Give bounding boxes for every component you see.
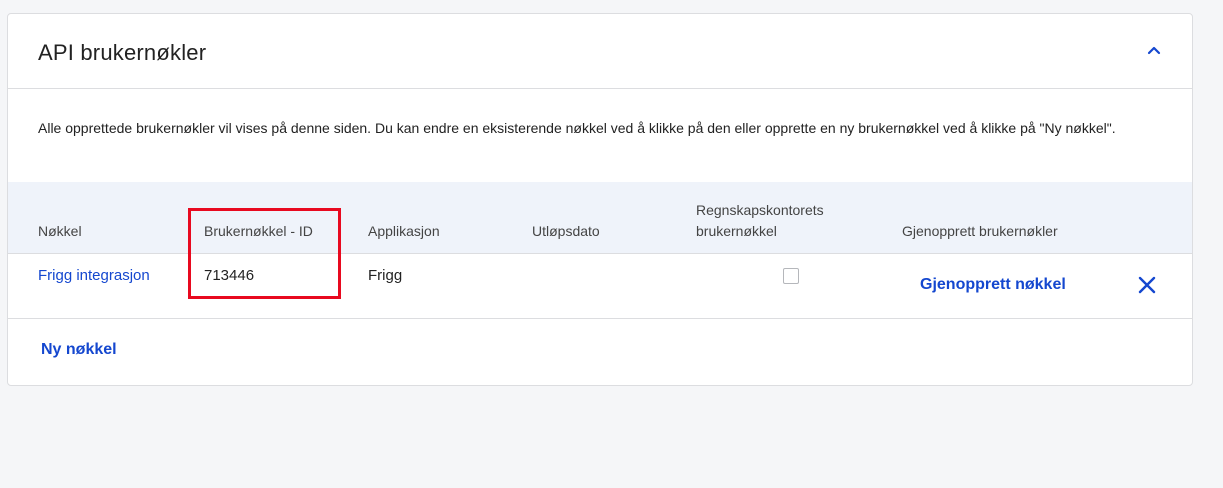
card-description: Alle opprettede brukernøkler vil vises p… — [38, 120, 1116, 136]
api-keys-card: API brukernøkler Alle opprettede brukern… — [7, 13, 1193, 386]
card-title: API brukernøkler — [38, 40, 207, 65]
table-row: Frigg integrasjon 713446 Frigg Gjenoppre… — [8, 255, 1192, 319]
chevron-up-icon[interactable] — [1146, 42, 1162, 58]
accounting-key-checkbox[interactable] — [783, 268, 799, 284]
table-header: Nøkkel Brukernøkkel - ID Applikasjon Utl… — [8, 182, 1192, 254]
application-value: Frigg — [368, 267, 403, 284]
key-id-value: 713446 — [204, 267, 255, 284]
restore-key-button[interactable]: Gjenopprett nøkkel — [920, 276, 1066, 294]
column-header-accounting-key: Regnskapskontorets brukernøkkel — [696, 200, 824, 242]
column-header-application: Applikasjon — [368, 223, 440, 239]
column-header-accounting-line1: Regnskapskontorets — [696, 202, 824, 218]
column-header-accounting-line2: brukernøkkel — [696, 223, 777, 239]
key-name-link[interactable]: Frigg integrasjon — [38, 266, 150, 286]
column-header-expiry: Utløpsdato — [532, 223, 600, 239]
card-header[interactable]: API brukernøkler — [8, 14, 1192, 89]
close-icon[interactable] — [1136, 274, 1158, 296]
column-header-id: Brukernøkkel - ID — [204, 223, 313, 239]
column-header-restore: Gjenopprett brukernøkler — [902, 223, 1058, 239]
new-key-button[interactable]: Ny nøkkel — [41, 341, 117, 359]
column-header-key: Nøkkel — [38, 223, 82, 239]
